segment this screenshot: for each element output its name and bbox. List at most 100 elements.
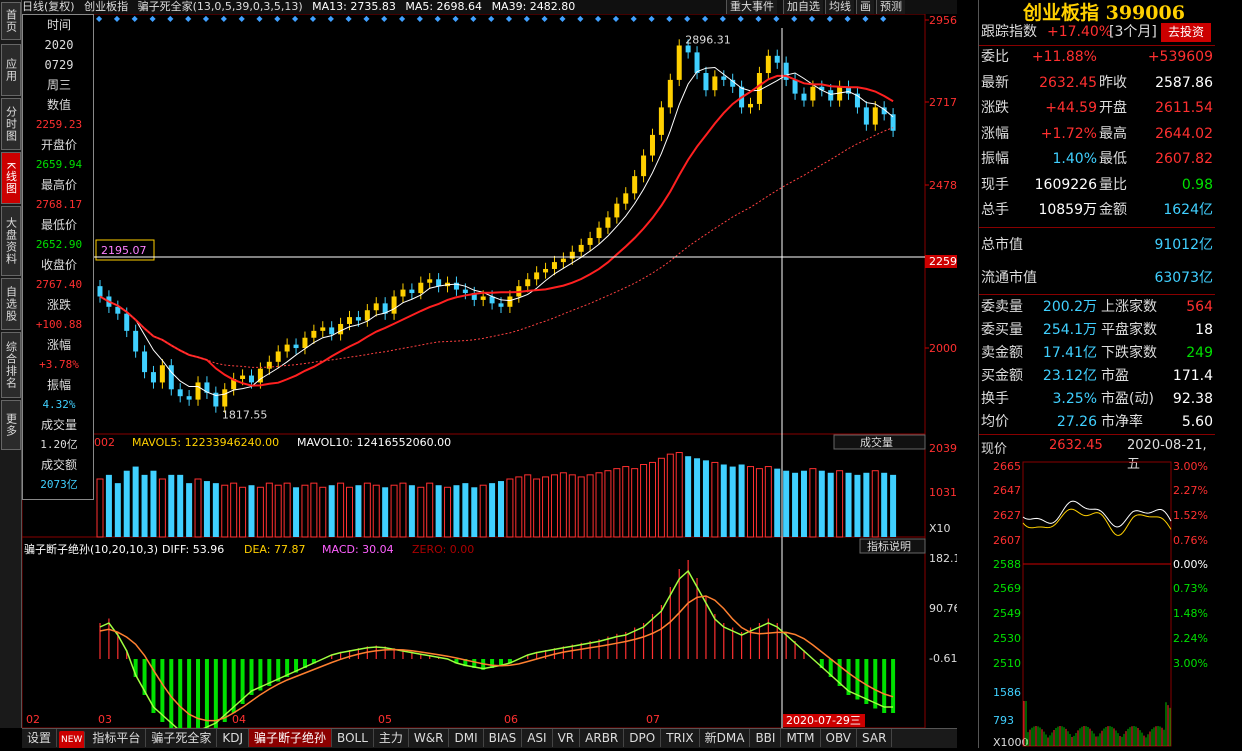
info-high-label: 最高价 <box>40 178 77 192</box>
mcap-value: 91012亿 <box>1154 237 1213 253</box>
left-tab-0[interactable]: 首页 <box>1 2 21 40</box>
candle <box>498 303 504 307</box>
stat-row: 换手 3.25% 市盈(动) 92.38 <box>981 388 1213 411</box>
bottom-tab-12[interactable]: VR <box>553 729 581 747</box>
quote-label: 总手 <box>981 202 1009 218</box>
mini-right-label: 0.73% <box>1173 582 1208 595</box>
bottom-tab-8[interactable]: W&R <box>409 729 450 747</box>
cursor-value-label: 2195.07 <box>101 244 147 257</box>
stat-label: 上涨家数 <box>1101 299 1157 315</box>
top-button-2[interactable]: 均线 <box>825 0 854 14</box>
left-tab-3[interactable]: K线图 <box>1 152 21 204</box>
crosshair-info-panel: 时间 2020 0729 周三 数值 2259.23 开盘价 2659.94 最高价 2768.1… <box>22 14 94 500</box>
candle <box>801 93 807 101</box>
info-amp-label: 振幅 <box>46 378 71 392</box>
left-tab-7[interactable]: 更多 <box>1 400 21 450</box>
indicator-help-label[interactable]: 指标说明 <box>867 539 911 553</box>
bottom-tab-19[interactable]: OBV <box>821 729 858 747</box>
left-tab-4[interactable]: 大盘资料 <box>1 206 21 276</box>
mini-right-label: 0.00% <box>1173 558 1208 571</box>
info-chg: +100.88 <box>35 318 83 331</box>
left-tab-5[interactable]: 自选股 <box>1 278 21 330</box>
bottom-tab-7[interactable]: 主力 <box>374 729 409 747</box>
main-indicator[interactable]: 骗子死全家(13,0,5,39,0,3,5,13) <box>138 0 303 13</box>
event-marker: ◆ <box>773 14 780 23</box>
quote-label: 涨跌 <box>981 100 1009 116</box>
info-amt-label: 成交额 <box>40 458 77 472</box>
event-marker: ◆ <box>809 14 816 23</box>
bottom-tab-1[interactable]: NEW <box>59 731 86 748</box>
event-marker: ◆ <box>577 14 584 23</box>
left-tab-1[interactable]: 应用 <box>1 44 21 96</box>
candle <box>578 244 584 252</box>
quote-value: 2607.82 <box>1155 151 1213 167</box>
stat-label: 市盈(动) <box>1101 391 1154 407</box>
volume-bar <box>720 464 727 537</box>
volume-bar <box>453 485 460 537</box>
track-period[interactable]: [3个月] <box>1109 21 1157 44</box>
candle <box>320 327 326 331</box>
bottom-tab-10[interactable]: BIAS <box>484 729 523 747</box>
bottom-tab-4[interactable]: KDJ <box>217 729 250 747</box>
quote-row: 涨跌 +44.59 开盘 2611.54 <box>981 97 1213 120</box>
candle <box>703 73 709 91</box>
bottom-tab-9[interactable]: DMI <box>449 729 484 747</box>
float-row: 流通市值 63073亿 <box>981 267 1213 290</box>
bottom-tab-14[interactable]: DPO <box>624 729 662 747</box>
bottom-tab-18[interactable]: MTM <box>781 729 821 747</box>
volume-selector-label[interactable]: 成交量 <box>860 435 893 449</box>
kline-chart-area[interactable]: 2956 2717 2478 2259 2000 2896.31 1817.55 2195.0… <box>22 14 957 728</box>
top-button-4[interactable]: 预测 <box>876 0 905 14</box>
price-axis-label: 2956 <box>929 14 957 27</box>
info-value: 2259.23 <box>35 118 83 131</box>
index-name: 创业板指 <box>84 0 129 13</box>
intraday-mini-chart[interactable]: 2665 2647 2627 2607 2588 2569 2549 2530 2510 1586… <box>979 458 1215 749</box>
left-tab-6[interactable]: 综合排名 <box>1 332 21 398</box>
bottom-tab-13[interactable]: ARBR <box>580 729 625 747</box>
bottom-tab-16[interactable]: 新DMA <box>700 729 751 747</box>
quote-label: 振幅 <box>981 151 1009 167</box>
event-marker: ◆ <box>435 14 442 23</box>
stat-label: 下跌家数 <box>1101 345 1157 361</box>
event-marker: ◆ <box>613 14 620 23</box>
top-button-1[interactable]: 加自选 <box>783 0 823 14</box>
bottom-tab-5[interactable]: 骗子断子绝孙 <box>249 729 333 747</box>
mini-frame <box>1022 461 1172 747</box>
candle <box>347 317 353 324</box>
macd-title: 骗子断子绝孙(10,20,10,3) <box>24 542 158 556</box>
top-button-0[interactable]: 重大事件 <box>726 0 777 14</box>
quote-row: 委比 +11.88% +539609 <box>981 46 1213 69</box>
candle <box>507 296 513 307</box>
bottom-tab-3[interactable]: 骗子死全家 <box>146 729 218 747</box>
quote-label: 昨收 <box>1099 74 1127 91</box>
invest-button[interactable]: 去投资 <box>1161 23 1211 42</box>
event-marker: ◆ <box>666 14 673 23</box>
bottom-tab-6[interactable]: BOLL <box>332 729 374 747</box>
top-button-3[interactable]: 画 <box>856 0 874 14</box>
candle <box>765 55 771 74</box>
event-marker: ◆ <box>862 14 869 23</box>
bottom-tab-0[interactable]: 设置 <box>22 729 58 747</box>
bottom-tab-2[interactable]: 指标平台 <box>87 729 147 747</box>
volume-bar <box>248 485 255 537</box>
event-marker: ◆ <box>880 14 887 23</box>
candle <box>534 272 540 280</box>
volume-bar <box>738 464 745 537</box>
candle <box>427 279 433 283</box>
period-label[interactable]: 日线(复权) <box>22 0 75 13</box>
candle <box>658 107 664 135</box>
bottom-tab-17[interactable]: BBI <box>750 729 782 747</box>
bottom-tab-15[interactable]: TRIX <box>661 729 700 747</box>
candle <box>480 296 486 300</box>
left-tab-2[interactable]: 分时图 <box>1 98 21 150</box>
track-label: 跟踪指数 <box>981 24 1037 40</box>
mini-right-label: 2.27% <box>1173 484 1208 497</box>
stat-value: 3.25% <box>1052 391 1097 407</box>
bottom-tab-20[interactable]: SAR <box>857 729 893 747</box>
candle <box>676 45 682 80</box>
info-value-label: 数值 <box>46 98 71 112</box>
volume-bar <box>105 474 112 537</box>
stat-label: 市净率 <box>1101 414 1143 430</box>
bottom-tab-11[interactable]: ASI <box>522 729 553 747</box>
event-marker: ◆ <box>96 14 103 23</box>
